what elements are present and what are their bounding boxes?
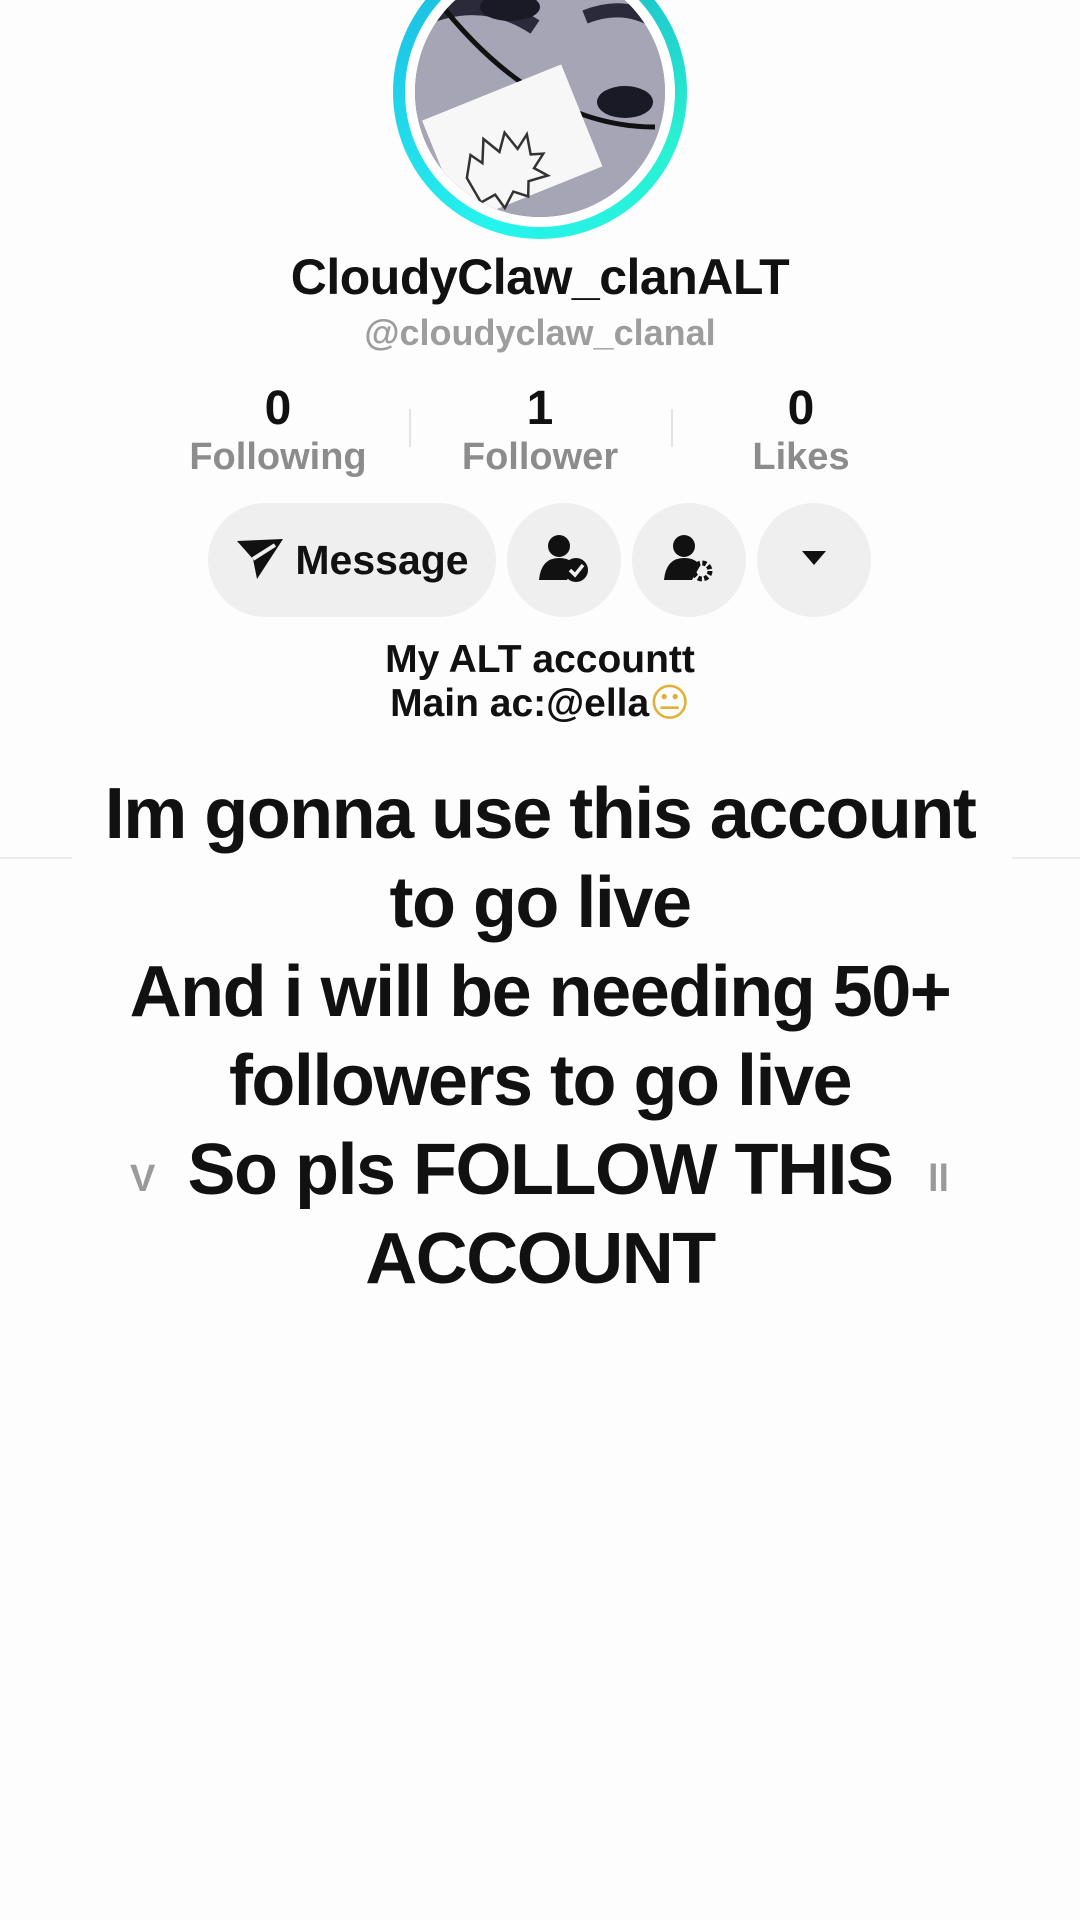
following-count: 0 bbox=[264, 382, 292, 435]
display-name: CloudyClaw_clanALT bbox=[290, 249, 790, 305]
stat-following[interactable]: 0 Following bbox=[158, 383, 398, 479]
caret-down-icon bbox=[801, 550, 827, 571]
stat-likes[interactable]: 0 Likes bbox=[681, 383, 921, 479]
stat-divider bbox=[409, 409, 411, 447]
more-options-button[interactable] bbox=[757, 503, 871, 617]
message-label: Message bbox=[295, 536, 469, 583]
bio-line-1: My ALT accountt bbox=[385, 638, 695, 681]
caption-overlay: Im gonna use this account to go live And… bbox=[70, 770, 1010, 1304]
neutral-face-emoji: 😐 bbox=[649, 681, 690, 726]
friends-button[interactable] bbox=[507, 503, 621, 617]
caption-line: followers to go live bbox=[228, 1041, 853, 1121]
caption-line: to go live bbox=[389, 863, 692, 943]
caption-line: So pls FOLLOW THIS bbox=[187, 1130, 894, 1210]
profile-settings-button[interactable] bbox=[632, 503, 746, 617]
bio-main-account: Main ac:@ella bbox=[390, 682, 650, 725]
follower-count: 1 bbox=[526, 382, 554, 435]
bio-line-2: Main ac:@ella😐 bbox=[0, 682, 1080, 726]
follower-label: Follower bbox=[461, 436, 619, 478]
caption-line: And i will be needing 50+ bbox=[129, 952, 952, 1032]
username-handle: @cloudyclaw_clanal bbox=[364, 312, 716, 353]
tab-divider-left bbox=[0, 857, 72, 859]
likes-count: 0 bbox=[787, 382, 815, 435]
avatar-photo bbox=[415, 0, 665, 217]
avatar-illustration bbox=[415, 0, 665, 217]
following-label: Following bbox=[189, 436, 367, 478]
stat-followers[interactable]: 1 Follower bbox=[420, 383, 660, 479]
user-gear-icon bbox=[664, 534, 714, 587]
avatar[interactable] bbox=[393, 0, 687, 239]
user-check-icon bbox=[539, 534, 589, 587]
message-button[interactable]: Message bbox=[208, 503, 496, 617]
likes-label: Likes bbox=[752, 436, 850, 478]
caption-line: ACCOUNT bbox=[365, 1219, 716, 1299]
avatar-border bbox=[405, 0, 675, 227]
caption-line: Im gonna use this account bbox=[104, 774, 977, 854]
tab-divider-right bbox=[1012, 857, 1080, 859]
stat-divider bbox=[671, 409, 673, 447]
send-icon bbox=[235, 535, 285, 586]
